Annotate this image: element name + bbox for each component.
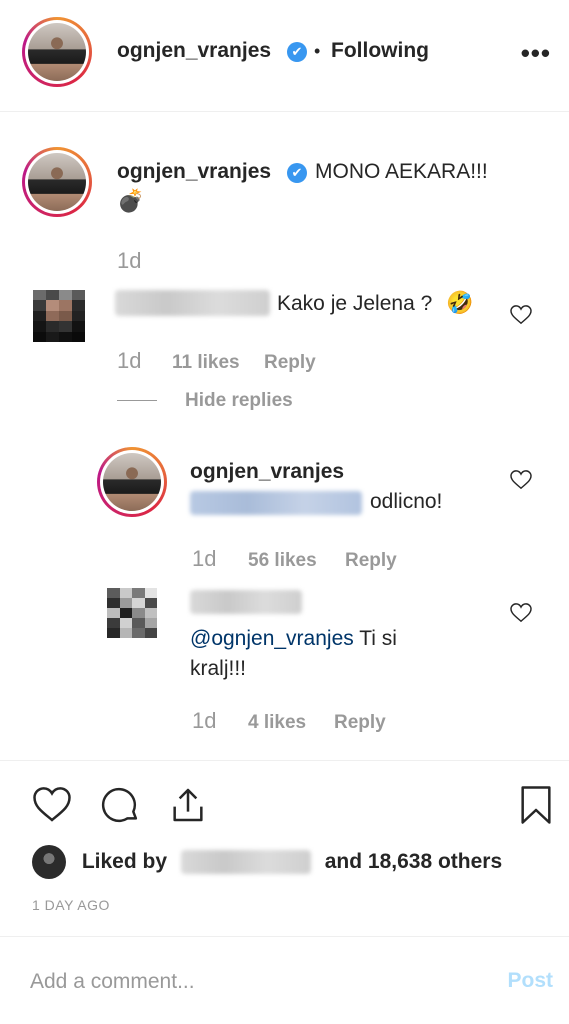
caption-text: MONO AEKARA!!! <box>315 160 488 183</box>
reply-likes[interactable]: 56 likes <box>248 550 317 572</box>
reply-reply-button[interactable]: Reply <box>345 550 397 572</box>
reply-avatar[interactable] <box>97 447 167 517</box>
reply-2-text: @ognjen_vranjes Ti si kralj!!! <box>190 627 397 680</box>
reply-2-reply-button[interactable]: Reply <box>334 712 386 734</box>
reply-2-time: 1d <box>192 708 217 733</box>
blurred-mention[interactable] <box>190 491 362 515</box>
reply-text: odlicno! <box>370 490 443 513</box>
hide-replies-button[interactable]: Hide replies <box>185 390 293 412</box>
reply-commenter-avatar[interactable] <box>107 588 157 638</box>
laughing-emoji: 🤣 <box>446 290 474 315</box>
comment-likes[interactable]: 11 likes <box>172 352 240 374</box>
following-button[interactable]: Following <box>331 39 429 63</box>
verified-badge-icon: ✔ <box>287 42 307 62</box>
bomb-emoji: 💣 <box>117 188 145 213</box>
bookmark-icon[interactable] <box>516 785 556 825</box>
blurred-username[interactable] <box>190 590 302 614</box>
comment-icon[interactable] <box>100 785 140 825</box>
commenter-avatar[interactable] <box>33 290 85 342</box>
reply-2-likes[interactable]: 4 likes <box>248 712 306 734</box>
add-comment-bar: Post <box>0 936 569 1024</box>
liked-by-prefix: Liked by <box>81 850 168 873</box>
caption-username[interactable]: ognjen_vranjes <box>117 160 271 184</box>
comment-text: Kako je Jelena ? <box>277 292 433 315</box>
liked-by-avatar[interactable] <box>32 845 66 879</box>
more-options-icon[interactable]: ••• <box>521 38 551 69</box>
author-avatar[interactable] <box>22 17 92 87</box>
reply-username[interactable]: ognjen_vranjes <box>190 460 344 484</box>
comment-like-heart-icon[interactable] <box>510 305 532 325</box>
reply-2-like-heart-icon[interactable] <box>510 603 532 623</box>
separator-dot: • <box>314 41 321 61</box>
post-header: ognjen_vranjes ✔ • Following ••• <box>0 0 569 112</box>
comment-reply-button[interactable]: Reply <box>264 352 316 374</box>
blurred-liker-username[interactable] <box>180 850 311 874</box>
comment-time: 1d <box>117 348 142 373</box>
heart-icon[interactable] <box>32 785 72 825</box>
caption-time: 1d <box>117 248 142 273</box>
post-button[interactable]: Post <box>507 969 553 993</box>
caption-avatar[interactable] <box>22 147 92 217</box>
verified-badge-icon: ✔ <box>287 163 307 183</box>
share-icon[interactable] <box>168 785 208 825</box>
add-comment-input[interactable] <box>30 967 470 997</box>
mention-link[interactable]: @ognjen_vranjes <box>190 627 354 650</box>
hide-replies-line <box>117 400 157 401</box>
author-username[interactable]: ognjen_vranjes <box>117 39 271 63</box>
post-time-ago[interactable]: 1 DAY AGO <box>32 897 110 913</box>
reply-like-heart-icon[interactable] <box>510 470 532 490</box>
reply-time: 1d <box>192 546 217 571</box>
liked-by-row: Liked by and 18,638 others <box>32 845 502 879</box>
liked-by-suffix[interactable]: and 18,638 others <box>325 850 502 873</box>
blurred-username[interactable] <box>115 290 270 316</box>
